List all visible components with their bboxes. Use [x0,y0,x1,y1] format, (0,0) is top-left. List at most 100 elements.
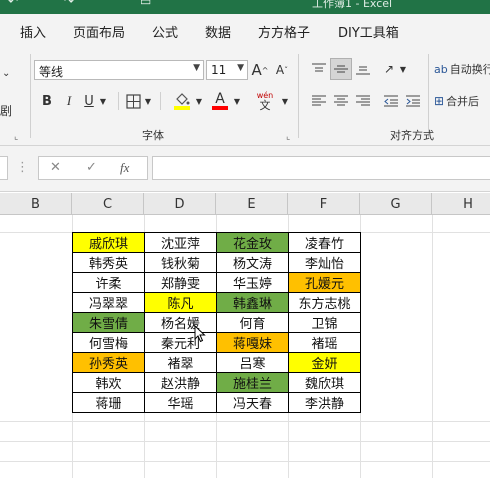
grid-cell[interactable]: 华瑶 [144,392,217,413]
middle-align-icon [334,65,348,73]
grid-cell[interactable]: 陈凡 [144,292,217,313]
orientation-icon[interactable]: ↗ [380,60,398,78]
grid-cell[interactable]: 钱秋菊 [144,252,217,273]
column-header-b[interactable]: B [0,193,72,215]
grid-cell[interactable]: 蒋珊 [72,392,145,413]
grid-cell[interactable]: 施桂兰 [216,372,289,393]
grow-font-button[interactable]: A ^ [250,60,270,80]
table-row: 戚欣琪 沈亚萍 花金玫 凌春竹 [72,232,361,253]
grid-cell[interactable]: 戚欣琪 [72,232,145,253]
wrap-text-button[interactable]: ab 自动换行 [434,60,490,78]
phonetic-bottom: 文 [259,99,271,112]
column-header-f[interactable]: F [288,193,360,215]
formula-bar: ⋮ ✕ ✓ fx [0,146,490,192]
grid-cell[interactable]: 孙秀英 [72,352,145,373]
chevron-down-icon[interactable]: ▼ [194,92,204,110]
formula-input[interactable] [152,156,490,180]
bold-button[interactable]: B [40,92,54,110]
tab-data[interactable]: 数据 [205,22,231,41]
bottom-align-button[interactable] [354,60,372,78]
column-header-h[interactable]: H [432,193,490,215]
quick-access-icon[interactable]: ▭ [140,0,151,8]
grid-cell[interactable]: 东方志桃 [288,292,361,313]
grid-cell[interactable]: 李洪静 [288,392,361,413]
grid-cell[interactable]: 李灿怡 [288,252,361,273]
tab-formulas[interactable]: 公式 [152,22,178,41]
insert-function-icon[interactable]: fx [120,160,129,176]
grid-cell[interactable]: 赵洪静 [144,372,217,393]
column-header-c[interactable]: C [72,193,144,215]
italic-button[interactable]: I [62,92,76,110]
grid-cell[interactable]: 冯天春 [216,392,289,413]
worksheet[interactable]: 戚欣琪 沈亚萍 花金玫 凌春竹 韩秀英 钱秋菊 杨文涛 李灿怡 许柔 郑静雯 华玉婷 孔媛元 冯翠翠 陈凡… [0,215,490,478]
separator [298,54,299,138]
grid-cell[interactable]: 华玉婷 [216,272,289,293]
chevron-down-icon[interactable]: ▼ [398,60,408,78]
align-right-button[interactable] [354,92,372,110]
grid-cell[interactable]: 郑静雯 [144,272,217,293]
borders-button[interactable] [124,92,142,110]
gridline [0,421,490,422]
grid-cell[interactable]: 许柔 [72,272,145,293]
grid-cell[interactable]: 何育 [216,312,289,333]
middle-align-button[interactable] [330,58,352,80]
clipboard-launcher-icon[interactable]: ⌞ [14,132,18,142]
underline-button[interactable]: U [82,92,96,110]
redo-icon[interactable]: ↷ [64,0,74,8]
chevron-down-icon[interactable]: ▼ [143,92,153,110]
align-left-button[interactable] [310,92,328,110]
chevron-down-icon[interactable]: ▼ [98,92,108,110]
grid-cell[interactable]: 孔媛元 [288,272,361,293]
grid-cell[interactable]: 蒋嘎妹 [216,332,289,353]
ribbon-tabs: 插入 页面布局 公式 数据 方方格子 DIY工具箱 [0,14,490,48]
undo-icon[interactable]: ↶ [8,0,18,8]
chevron-down-icon: ▼ [193,63,200,73]
tab-insert[interactable]: 插入 [20,22,46,41]
top-align-button[interactable] [310,60,328,78]
gridline [0,461,490,462]
grid-cell[interactable]: 朱雪倩 [72,312,145,333]
name-box[interactable] [0,156,8,180]
grid-cell[interactable]: 魏欣琪 [288,372,361,393]
grid-cell[interactable]: 韩秀英 [72,252,145,273]
column-header-g[interactable]: G [360,193,432,215]
align-center-button[interactable] [332,92,350,110]
column-header-e[interactable]: E [216,193,288,215]
grid-cell[interactable]: 褚翠 [144,352,217,373]
grid-cell[interactable]: 凌春竹 [288,232,361,253]
grid-cell[interactable]: 褚瑶 [288,332,361,353]
grid-cell[interactable]: 冯翠翠 [72,292,145,313]
chevron-down-icon[interactable]: ▼ [280,92,290,110]
font-launcher-icon[interactable]: ⌞ [286,132,290,142]
shrink-font-button[interactable]: Aˇ [272,60,292,80]
tab-fangfang[interactable]: 方方格子 [258,22,310,41]
font-size-select[interactable]: 11 ▼ [206,60,248,80]
grid-cell[interactable]: 韩鑫琳 [216,292,289,313]
mouse-cursor-icon [194,325,206,343]
font-color-button[interactable]: A [210,90,230,112]
grid-cell[interactable]: 何雪梅 [72,332,145,353]
phonetic-guide-button[interactable]: wén 文 [252,90,278,112]
grid-cell[interactable]: 卫锦 [288,312,361,333]
tab-diy-toolbox[interactable]: DIY工具箱 [338,22,399,41]
grow-font-label: A [251,61,262,79]
ribbon-left-chevron[interactable]: ⌄ [2,68,10,79]
grid-cell[interactable]: 金妍 [288,352,361,373]
tab-page-layout[interactable]: 页面布局 [73,22,125,41]
enter-icon[interactable]: ✓ [86,160,97,175]
grid-cell[interactable]: 花金玫 [216,232,289,253]
grid-cell[interactable]: 沈亚萍 [144,232,217,253]
table-row: 冯翠翠 陈凡 韩鑫琳 东方志桃 [72,292,361,313]
column-header-d[interactable]: D [144,193,216,215]
font-name-select[interactable]: 等线 ▼ [34,60,204,80]
cancel-icon[interactable]: ✕ [50,160,61,175]
grid-cell[interactable]: 韩欢 [72,372,145,393]
merge-center-button[interactable]: ⊞ 合并后 [434,92,490,110]
fill-color-button[interactable] [172,90,192,112]
increase-indent-button[interactable] [404,92,422,110]
font-color-swatch [212,106,228,110]
chevron-down-icon[interactable]: ▼ [232,92,242,110]
grid-cell[interactable]: 杨文涛 [216,252,289,273]
grid-cell[interactable]: 吕寒 [216,352,289,373]
decrease-indent-button[interactable] [382,92,400,110]
